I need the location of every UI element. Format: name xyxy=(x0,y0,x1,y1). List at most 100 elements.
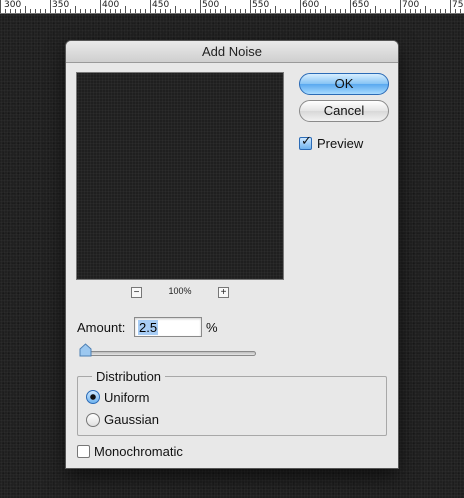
checkmark-icon: ✓ xyxy=(301,134,312,149)
ruler-tick xyxy=(125,6,126,13)
ruler-tick xyxy=(135,9,136,13)
ruler-tick xyxy=(5,9,6,13)
ruler-tick xyxy=(90,9,91,13)
ruler-tick xyxy=(35,9,36,13)
ruler-tick xyxy=(250,0,251,13)
ruler-tick xyxy=(415,9,416,13)
ruler-tick xyxy=(45,9,46,13)
ruler-tick xyxy=(155,9,156,13)
ruler-label: 75 xyxy=(452,0,464,10)
ruler-tick xyxy=(85,9,86,13)
ruler-tick xyxy=(365,9,366,13)
ruler-tick xyxy=(425,6,426,13)
ruler-tick xyxy=(305,9,306,13)
ruler-tick xyxy=(375,6,376,13)
slider-thumb[interactable] xyxy=(79,343,92,357)
ruler-tick xyxy=(400,0,401,13)
ruler-tick xyxy=(145,9,146,13)
horizontal-ruler: 300 350 400 450 500 550 600 650 700 75 xyxy=(0,0,464,14)
ruler-tick xyxy=(50,0,51,13)
ruler-tick xyxy=(225,6,226,13)
ruler-tick xyxy=(25,6,26,13)
ruler-tick xyxy=(285,9,286,13)
ruler-tick xyxy=(370,9,371,13)
add-noise-dialog: Add Noise − 100% + OK Cancel ✓ Preview A… xyxy=(66,41,398,468)
ruler-tick xyxy=(95,9,96,13)
ruler-tick xyxy=(270,9,271,13)
amount-label: Amount: xyxy=(77,320,126,335)
ruler-tick xyxy=(165,9,166,13)
ruler-tick xyxy=(295,9,296,13)
cancel-button[interactable]: Cancel xyxy=(299,100,389,122)
zoom-in-button[interactable]: + xyxy=(218,287,229,298)
ruler-tick xyxy=(350,0,351,13)
ruler-tick xyxy=(215,9,216,13)
ruler-tick xyxy=(385,9,386,13)
ruler-tick xyxy=(390,9,391,13)
amount-value: 2.5 xyxy=(138,320,159,335)
ruler-tick xyxy=(40,9,41,13)
ruler-tick xyxy=(65,9,66,13)
ruler-tick xyxy=(185,9,186,13)
ruler-tick xyxy=(395,9,396,13)
distribution-title: Distribution xyxy=(92,369,166,384)
ruler-tick xyxy=(360,9,361,13)
ruler-tick xyxy=(55,9,56,13)
ruler-tick xyxy=(255,9,256,13)
ruler-tick xyxy=(430,9,431,13)
ruler-tick xyxy=(180,9,181,13)
ruler-tick xyxy=(75,6,76,13)
ruler-tick xyxy=(275,6,276,13)
preview-label: Preview xyxy=(317,136,364,151)
ruler-tick xyxy=(245,9,246,13)
ruler-tick xyxy=(160,9,161,13)
ruler-tick xyxy=(320,9,321,13)
amount-input[interactable]: 2.5 xyxy=(134,317,202,337)
ruler-tick xyxy=(30,9,31,13)
monochromatic-checkbox[interactable] xyxy=(77,445,90,458)
ruler-tick xyxy=(300,0,301,13)
ruler-tick xyxy=(240,9,241,13)
ruler-tick xyxy=(200,0,201,13)
uniform-radio[interactable] xyxy=(86,390,100,404)
amount-slider[interactable] xyxy=(82,351,256,356)
ruler-tick xyxy=(60,9,61,13)
ruler-tick xyxy=(455,9,456,13)
ruler-tick xyxy=(230,9,231,13)
ruler-tick xyxy=(205,9,206,13)
preview-checkbox[interactable]: ✓ xyxy=(299,134,312,150)
ruler-tick xyxy=(440,9,441,13)
ruler-tick xyxy=(190,9,191,13)
ruler-tick xyxy=(20,9,21,13)
ruler-tick xyxy=(195,9,196,13)
ruler-tick xyxy=(435,9,436,13)
ruler-tick xyxy=(325,6,326,13)
ruler-tick xyxy=(0,0,1,13)
ruler-tick xyxy=(235,9,236,13)
ruler-tick xyxy=(220,9,221,13)
dialog-title: Add Noise xyxy=(66,41,398,63)
ruler-tick xyxy=(170,9,171,13)
ruler-tick xyxy=(150,0,151,13)
ruler-tick xyxy=(315,9,316,13)
ok-button[interactable]: OK xyxy=(299,73,389,95)
ruler-tick xyxy=(345,9,346,13)
gaussian-radio[interactable] xyxy=(86,413,100,427)
filter-preview[interactable] xyxy=(76,72,284,280)
ruler-tick xyxy=(210,9,211,13)
ruler-tick xyxy=(405,9,406,13)
ruler-tick xyxy=(120,9,121,13)
zoom-out-button[interactable]: − xyxy=(131,287,142,298)
ruler-tick xyxy=(460,9,461,13)
ruler-tick xyxy=(175,6,176,13)
ruler-tick xyxy=(280,9,281,13)
ruler-tick xyxy=(80,9,81,13)
uniform-label: Uniform xyxy=(104,390,150,405)
distribution-group xyxy=(77,376,387,436)
ruler-tick xyxy=(340,9,341,13)
ruler-tick xyxy=(260,9,261,13)
ruler-tick xyxy=(420,9,421,13)
amount-unit: % xyxy=(206,320,218,335)
ruler-tick xyxy=(380,9,381,13)
monochromatic-label: Monochromatic xyxy=(94,444,183,459)
